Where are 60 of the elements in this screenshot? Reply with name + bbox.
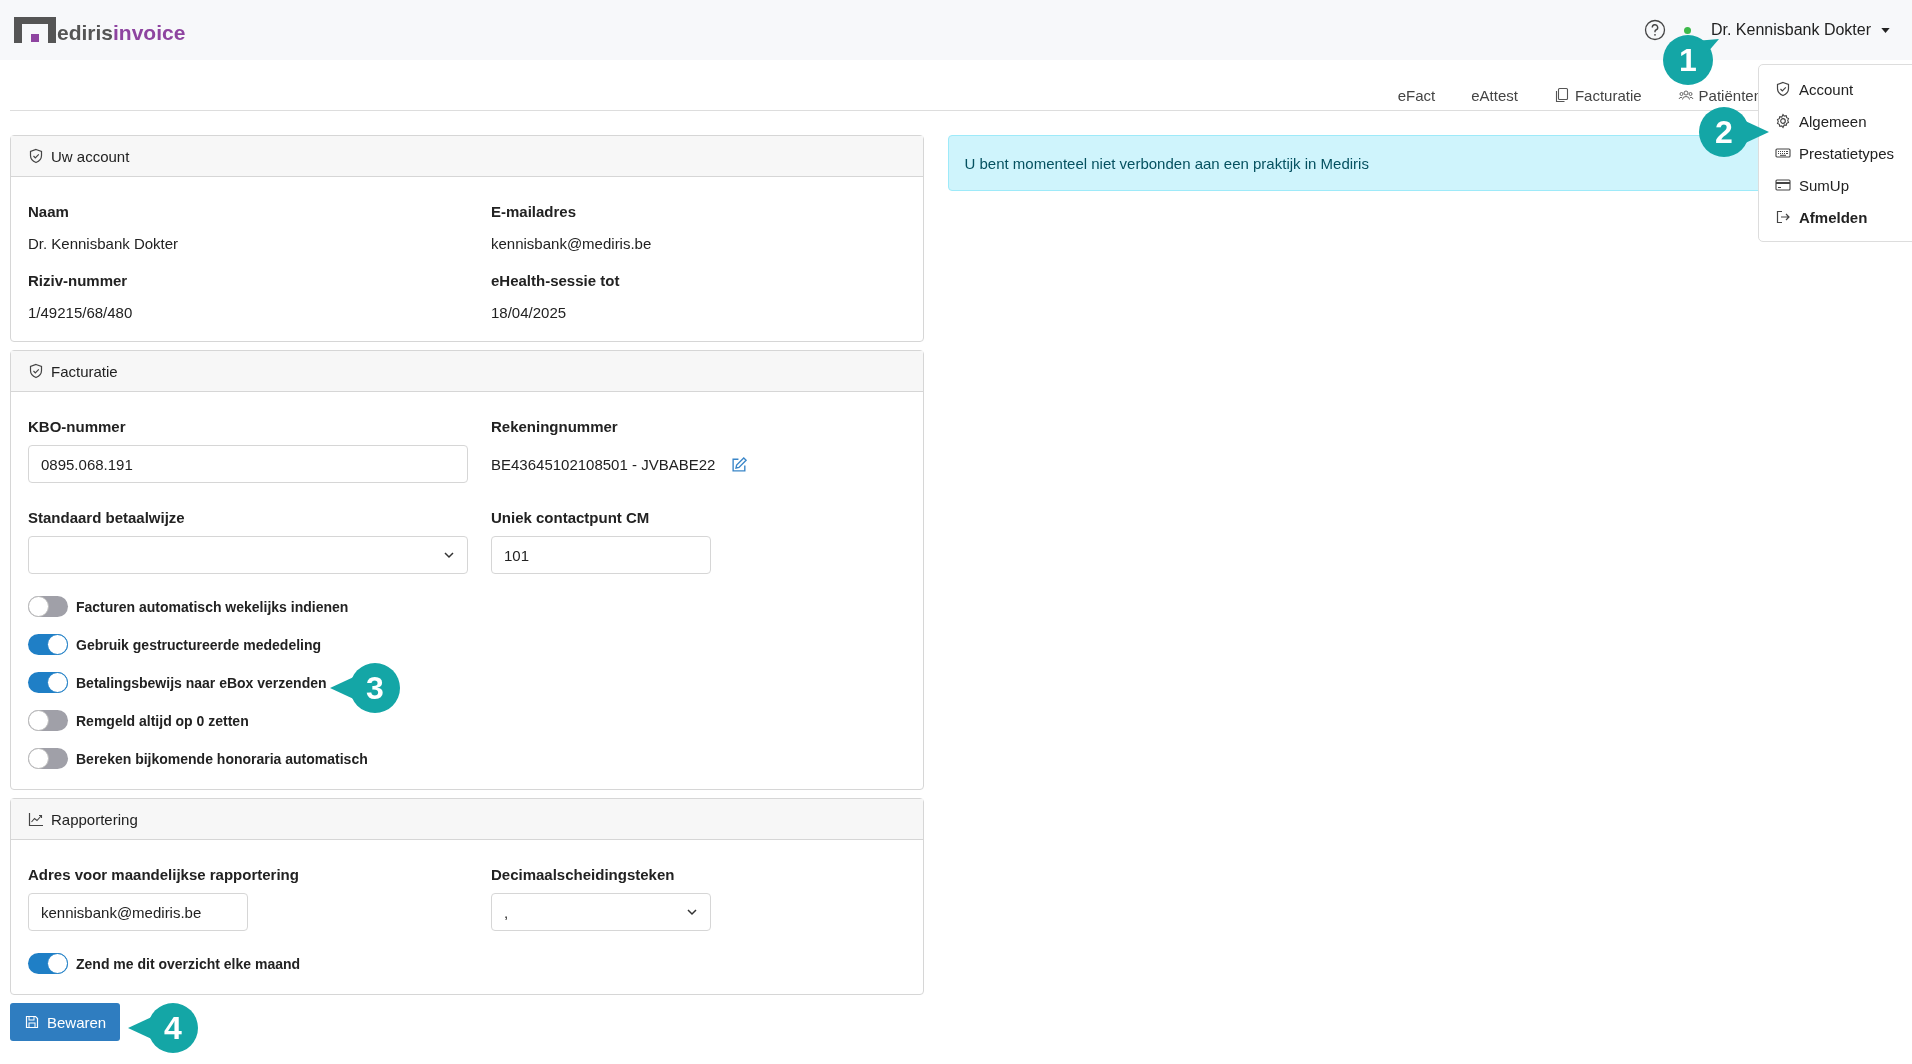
- nav-link[interactable]: eAttest: [1471, 80, 1518, 110]
- field-label: Decimaalscheidingsteken: [491, 866, 676, 883]
- select-field[interactable]: ,: [491, 893, 711, 931]
- toggle-switch[interactable]: [28, 953, 68, 974]
- card-title: Facturatie: [51, 362, 118, 380]
- input-field[interactable]: 101: [491, 536, 711, 574]
- field-value: kennisbank@mediris.be: [491, 235, 653, 252]
- gear-icon: [1775, 113, 1791, 129]
- save-icon: [24, 1014, 40, 1030]
- people-icon: [1677, 87, 1694, 103]
- logo-text: edirisinvoice: [57, 22, 186, 43]
- menu-item[interactable]: Afmelden: [1759, 201, 1912, 233]
- shield-icon: [1775, 81, 1791, 97]
- input-field[interactable]: 0895.068.191: [28, 445, 468, 483]
- copy-icon: [1553, 87, 1570, 103]
- line-chart-icon: [28, 811, 44, 827]
- toggle-label: Gebruik gestructureerde mededeling: [76, 636, 322, 653]
- toggle-label: Remgeld altijd op 0 zetten: [76, 712, 249, 729]
- logout-icon: [1775, 209, 1791, 225]
- caret-icon: [1881, 27, 1890, 33]
- field-label: Adres voor maandelijkse rapportering: [28, 866, 300, 883]
- nav-link[interactable]: eFact: [1397, 80, 1436, 110]
- field-label: KBO-nummer: [28, 418, 127, 435]
- toggle-label: Zend me dit overzicht elke maand: [76, 955, 301, 972]
- field-value: 18/04/2025: [491, 304, 568, 321]
- select-field[interactable]: [28, 536, 468, 574]
- field-value: BE43645102108501 - JVBABE22: [491, 455, 716, 473]
- card-title: Rapportering: [51, 810, 138, 828]
- field-value: Dr. Kennisbank Dokter: [28, 235, 180, 252]
- field-label: Rekeningnummer: [491, 418, 619, 435]
- menu-item[interactable]: Account: [1759, 73, 1912, 105]
- shield-icon: [28, 148, 44, 164]
- field-value: 1/49215/68/480: [28, 304, 134, 321]
- toggle-label: Facturen automatisch wekelijks indienen: [76, 598, 349, 615]
- field-label: Standaard betaalwijze: [28, 509, 186, 526]
- nav-link[interactable]: Facturatie: [1553, 80, 1642, 110]
- field-label: Riziv-nummer: [28, 272, 129, 289]
- keyboard-icon: [1775, 145, 1791, 161]
- shield-icon: [28, 363, 44, 379]
- edit-icon[interactable]: [731, 455, 749, 473]
- toggle-switch[interactable]: [28, 596, 68, 617]
- field-label: Uniek contactpunt CM: [491, 509, 651, 526]
- toggle-switch[interactable]: [28, 748, 68, 769]
- input-field[interactable]: kennisbank@mediris.be: [28, 893, 248, 931]
- chevron-down-icon: [443, 549, 455, 561]
- toggle-switch[interactable]: [28, 634, 68, 655]
- toggle-switch[interactable]: [28, 672, 68, 693]
- card-title: Uw account: [51, 147, 130, 165]
- help-icon[interactable]: [1643, 19, 1666, 41]
- user-menu-button[interactable]: Dr. Kennisbank Dokter: [1704, 21, 1890, 39]
- toggle-switch[interactable]: [28, 710, 68, 731]
- field-label: E-mailadres: [491, 203, 578, 220]
- toggle-label: Bereken bijkomende honoraria automatisch: [76, 750, 368, 767]
- save-button[interactable]: Bewaren: [10, 1003, 121, 1041]
- toggle-label: Betalingsbewijs naar eBox verzenden: [76, 674, 327, 691]
- chevron-down-icon: [686, 906, 698, 918]
- logo-icon: [14, 17, 56, 43]
- credit-card-icon: [1775, 177, 1791, 193]
- field-label: Naam: [28, 203, 70, 220]
- field-label: eHealth-sessie tot: [491, 272, 621, 289]
